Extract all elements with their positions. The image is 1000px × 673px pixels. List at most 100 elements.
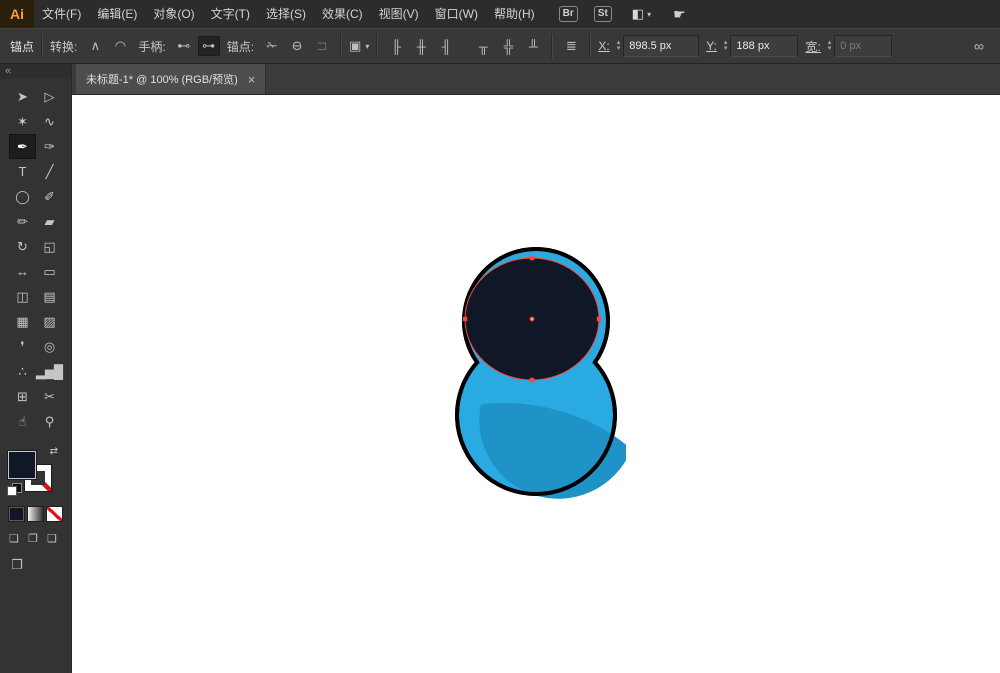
- menu-edit[interactable]: 编辑(E): [89, 0, 145, 28]
- align-right-icon[interactable]: ╢: [435, 36, 457, 56]
- align-v-center-icon[interactable]: ╬: [497, 36, 519, 56]
- line-segment-tool[interactable]: ╱: [36, 159, 63, 184]
- selection-tool[interactable]: ➤: [9, 84, 36, 109]
- artwork-shape[interactable]: [446, 243, 626, 503]
- hide-handles-icon[interactable]: ⊷: [173, 36, 195, 56]
- eyedropper-tool[interactable]: ❜: [9, 334, 36, 359]
- pen-tool[interactable]: ✒: [8, 134, 36, 159]
- default-fill-mini: [8, 487, 16, 495]
- screen-mode-row: ❒: [8, 557, 71, 573]
- fill-stroke-control: ⇄: [8, 446, 58, 496]
- context-label: 锚点: [10, 39, 35, 54]
- menu-window[interactable]: 窗口(W): [427, 0, 486, 28]
- close-tab-icon[interactable]: ×: [248, 73, 256, 86]
- align-h-center-icon[interactable]: ╫: [410, 36, 432, 56]
- menu-effect[interactable]: 效果(C): [314, 0, 371, 28]
- separator: [41, 34, 44, 58]
- document-tab[interactable]: 未标题-1* @ 100% (RGB/预览) ×: [76, 64, 267, 94]
- scale-tool[interactable]: ◱: [36, 234, 63, 259]
- align-bottom-icon[interactable]: ╨: [522, 36, 544, 56]
- eraser-tool[interactable]: ▰: [36, 209, 63, 234]
- tools-grid: ➤ ▷ ✶ ∿ ✒ ✑ T ╱ ◯ ✐ ✏ ▰ ↻ ◱ ↔ ▭ ◫ ▤ ▦ ▨ ❜ ◎ ∴ ▂▅█ ⊞ ✂ ☝ ⚲: [0, 84, 71, 434]
- illustrator-window: Ai 文件(F) 编辑(E) 对象(O) 文字(T) 选择(S) 效果(C) 视图(V) 窗口…: [0, 0, 1000, 673]
- separator: [589, 34, 592, 58]
- slice-tool[interactable]: ✂: [36, 384, 63, 409]
- handle-icons: ⊷ ⊶: [173, 36, 220, 56]
- width-tool[interactable]: ↔: [9, 259, 36, 284]
- chevron-down-icon: ▾: [365, 41, 370, 51]
- perspective-grid-tool[interactable]: ▤: [36, 284, 63, 309]
- menu-type[interactable]: 文字(T): [203, 0, 258, 28]
- x-label[interactable]: X:: [598, 39, 609, 53]
- menu-help[interactable]: 帮助(H): [486, 0, 543, 28]
- curvature-tool[interactable]: ✑: [36, 134, 63, 159]
- swap-fill-stroke-icon[interactable]: ⇄: [50, 446, 58, 457]
- width-input: 0 px: [834, 35, 893, 57]
- connect-path-icon: ⊐: [316, 38, 328, 53]
- draw-normal-icon[interactable]: ❏: [6, 532, 22, 545]
- cut-path-icon[interactable]: ✁: [261, 36, 283, 56]
- menu-file[interactable]: 文件(F): [34, 0, 89, 28]
- gradient-tool[interactable]: ▨: [36, 309, 63, 334]
- paintbrush-tool[interactable]: ✐: [36, 184, 63, 209]
- x-input[interactable]: 898.5 px: [623, 35, 700, 57]
- artboard-canvas[interactable]: [72, 95, 1000, 673]
- fill-swatch[interactable]: [8, 451, 36, 479]
- column-graph-tool[interactable]: ▂▅█: [36, 359, 63, 384]
- rotate-tool[interactable]: ↻: [9, 234, 36, 259]
- workspace-switcher[interactable]: ◧ ▾: [632, 6, 651, 22]
- transform-dropdown[interactable]: ▣ ▾: [349, 38, 369, 54]
- anchor-point[interactable]: [529, 377, 535, 383]
- screen-mode-button[interactable]: ❒: [8, 557, 26, 573]
- illustrator-logo-icon: Ai: [0, 0, 34, 28]
- convert-corner-icon[interactable]: ∧: [84, 36, 106, 56]
- align-left-icon[interactable]: ╟: [385, 36, 407, 56]
- paint-mode-buttons: [8, 506, 71, 522]
- menu-view[interactable]: 视图(V): [371, 0, 427, 28]
- blend-tool[interactable]: ◎: [36, 334, 63, 359]
- color-mode-button[interactable]: [8, 506, 25, 522]
- ellipse-tool[interactable]: ◯: [9, 184, 36, 209]
- anchor-point[interactable]: [596, 316, 602, 322]
- stepper-icon[interactable]: ▴ ▾: [617, 39, 621, 52]
- menubar: Ai 文件(F) 编辑(E) 对象(O) 文字(T) 选择(S) 效果(C) 视图(V) 窗口…: [0, 0, 1000, 28]
- stock-button[interactable]: St: [593, 6, 612, 22]
- touch-workspace-icon[interactable]: ☛: [673, 6, 686, 23]
- magic-wand-tool[interactable]: ✶: [9, 109, 36, 134]
- menu-select[interactable]: 选择(S): [258, 0, 314, 28]
- constrain-link-icon[interactable]: ∞: [968, 36, 990, 56]
- convert-icons: ∧ ◠: [84, 36, 131, 56]
- gradient-mode-button[interactable]: [27, 506, 44, 522]
- y-input[interactable]: 188 px: [730, 35, 799, 57]
- y-label[interactable]: Y:: [706, 39, 717, 53]
- draw-inside-icon[interactable]: ❑: [44, 532, 60, 545]
- mesh-tool[interactable]: ▦: [9, 309, 36, 334]
- align-top-icon[interactable]: ╥: [472, 36, 494, 56]
- document-area: 未标题-1* @ 100% (RGB/预览) ×: [72, 64, 1000, 673]
- width-spinner: ▴ ▾ 0 px: [828, 35, 893, 57]
- bridge-button[interactable]: Br: [558, 6, 578, 22]
- lasso-tool[interactable]: ∿: [36, 109, 63, 134]
- none-mode-button[interactable]: [46, 506, 63, 522]
- default-fill-stroke-icon[interactable]: [8, 484, 22, 496]
- direct-selection-tool[interactable]: ▷: [36, 84, 63, 109]
- symbol-sprayer-tool[interactable]: ∴: [9, 359, 36, 384]
- draw-behind-icon[interactable]: ❐: [25, 532, 41, 545]
- collapse-panel-button[interactable]: «: [0, 64, 71, 79]
- distribute-icon[interactable]: ≣: [560, 36, 582, 56]
- menu-object[interactable]: 对象(O): [145, 0, 202, 28]
- free-transform-tool[interactable]: ▭: [36, 259, 63, 284]
- pencil-tool[interactable]: ✏: [9, 209, 36, 234]
- type-tool[interactable]: T: [9, 159, 36, 184]
- convert-smooth-icon[interactable]: ◠: [109, 36, 131, 56]
- anchor-point[interactable]: [529, 255, 535, 261]
- show-handles-icon[interactable]: ⊶: [197, 36, 220, 56]
- hand-tool[interactable]: ☝: [9, 409, 36, 434]
- delete-anchor-icon[interactable]: ⊖: [286, 36, 308, 56]
- shape-builder-tool[interactable]: ◫: [9, 284, 36, 309]
- zoom-tool[interactable]: ⚲: [36, 409, 63, 434]
- transform-icon: ▣: [349, 38, 362, 53]
- anchor-point[interactable]: [462, 316, 468, 322]
- artboard-tool[interactable]: ⊞: [9, 384, 36, 409]
- stepper-icon[interactable]: ▴ ▾: [724, 39, 728, 52]
